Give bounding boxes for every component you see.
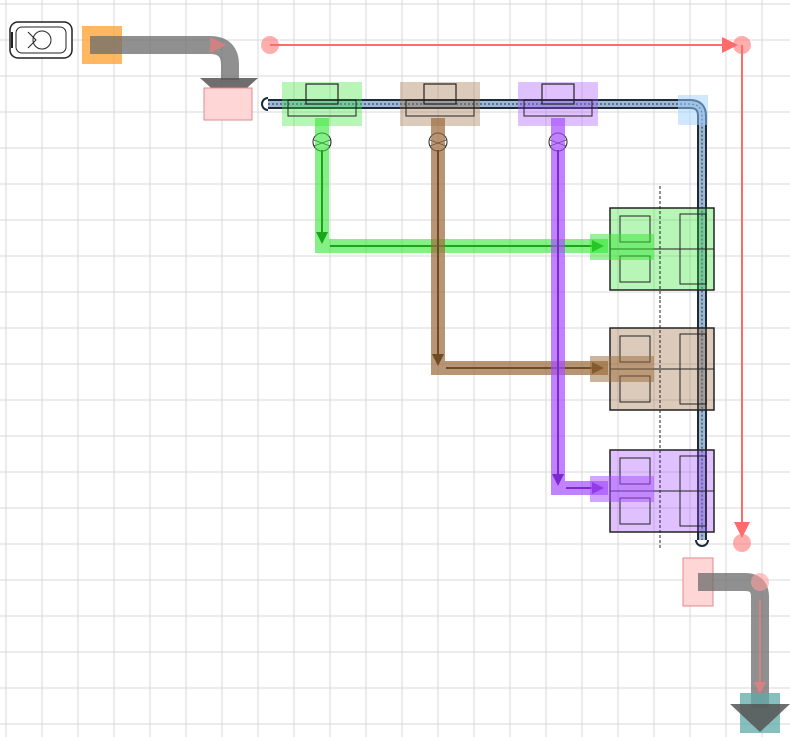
layout-canvas xyxy=(0,0,790,737)
route-green xyxy=(315,118,654,260)
input-buffer xyxy=(203,87,253,121)
arrow-down-icon xyxy=(730,704,790,732)
route-purple xyxy=(551,118,654,502)
layout-diagram xyxy=(0,0,790,737)
vehicle-icon[interactable] xyxy=(9,21,73,59)
